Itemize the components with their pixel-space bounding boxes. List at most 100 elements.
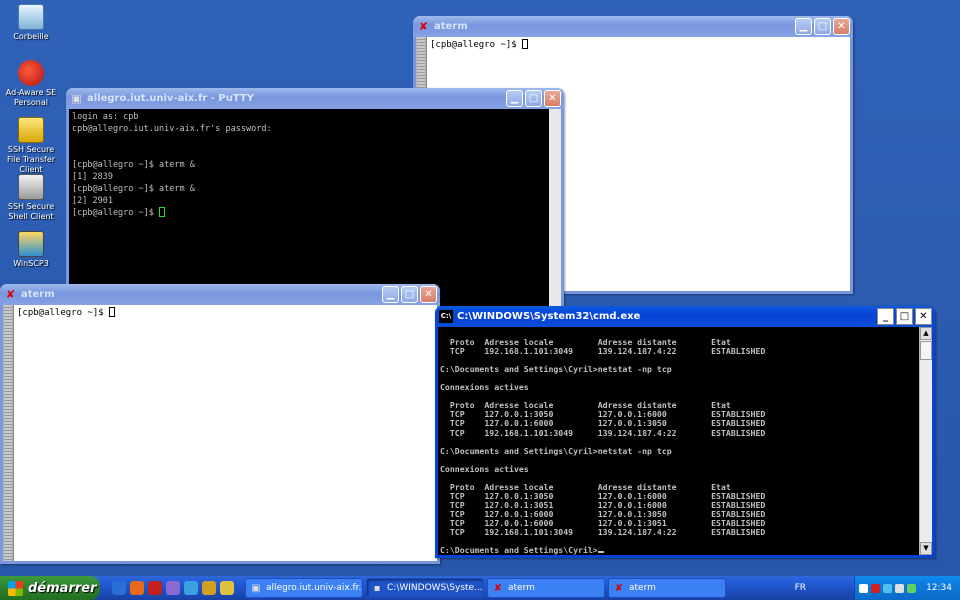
title-bar[interactable]: C:\ C:\WINDOWS\System32\cmd.exe _ □ ✕ (435, 306, 935, 327)
ad-aware-icon (18, 60, 44, 86)
app-icon[interactable] (166, 581, 180, 595)
scroll-down-button[interactable]: ▼ (920, 542, 932, 555)
minimize-button[interactable]: ▁ (795, 18, 812, 35)
cmd-window[interactable]: C:\ C:\WINDOWS\System32\cmd.exe _ □ ✕ Pr… (435, 306, 935, 558)
terminal-text: [cpb@allegro ~]$ (430, 39, 529, 50)
scrollbar-thumb[interactable] (4, 305, 12, 561)
recycle-bin-icon (18, 4, 44, 30)
title-bar[interactable]: ✘ aterm ▁ □ ✕ (413, 16, 853, 37)
putty-window[interactable]: ▣ allegro.iut.univ-aix.fr - PuTTY ▁ □ ✕ … (66, 88, 564, 312)
taskbar-button-putty[interactable]: ▣ allegro.iut.univ-aix.fr... (245, 578, 363, 598)
minimize-button[interactable]: ▁ (382, 286, 399, 303)
aterm-x-icon: ✘ (5, 288, 16, 301)
terminal-line: [1] 2839 (72, 172, 113, 182)
desktop: Corbeille Ad-Aware SE Personal SSH Secur… (0, 0, 960, 576)
scrollbar[interactable] (549, 109, 561, 309)
browser-icon[interactable] (184, 581, 198, 595)
title-bar[interactable]: ✘ aterm ▁ □ ✕ (0, 284, 440, 305)
scroll-up-button[interactable]: ▲ (920, 327, 932, 340)
console-text: Proto Adresse locale Adresse distante Et… (440, 329, 765, 555)
aterm-icon: ✘ (493, 582, 503, 594)
maximize-button[interactable]: □ (896, 308, 913, 325)
minimize-button[interactable]: ▁ (506, 90, 523, 107)
network-icon[interactable] (883, 583, 892, 593)
terminal-line: login as: cpb (72, 112, 139, 122)
volume-icon[interactable] (895, 583, 904, 593)
security-icon[interactable] (907, 583, 916, 593)
close-button[interactable]: ✕ (915, 308, 932, 325)
aterm-tray-icon[interactable] (871, 583, 880, 593)
prompt: [cpb@allegro ~]$ (17, 308, 110, 318)
terminal-text: [cpb@allegro ~]$ (17, 307, 116, 318)
taskbar-button-aterm-2[interactable]: ✘ aterm (608, 578, 726, 598)
system-tray: 12:34 (854, 576, 960, 600)
terminal-text: login as: cpb cpb@allegro.iut.univ-aix.fr… (72, 111, 272, 219)
console-line: TCP 192.168.1.101:3049 139.124.187.4:22 … (440, 427, 766, 438)
window-title: C:\WINDOWS\System32\cmd.exe (457, 311, 641, 322)
cursor (159, 207, 165, 217)
close-button[interactable]: ✕ (544, 90, 561, 107)
taskbar-button-cmd[interactable]: ▪ C:\WINDOWS\Syste... (366, 578, 484, 598)
cursor (522, 39, 529, 49)
winscp-icon (18, 231, 44, 257)
aterm-window-bottom[interactable]: ✘ aterm ▁ □ ✕ [cpb@allegro ~]$ (0, 284, 440, 564)
maximize-button[interactable]: □ (814, 18, 831, 35)
cursor (597, 551, 604, 554)
terminal-line: [2] 2901 (72, 196, 113, 206)
desktop-icon-ssh-file-transfer[interactable]: SSH Secure File Transfer Client (0, 117, 62, 175)
tray-expand-icon[interactable] (859, 583, 868, 593)
quick-launch (112, 581, 234, 595)
show-desktop-icon[interactable] (112, 581, 126, 595)
console-line: C:\Documents and Settings\Cyril>netstat … (440, 445, 672, 456)
window-title: allegro.iut.univ-aix.fr - PuTTY (87, 93, 254, 104)
firefox-icon[interactable] (130, 581, 144, 595)
putty-icon: ▣ (71, 92, 82, 105)
putty-icon[interactable] (202, 581, 216, 595)
maximize-button[interactable]: □ (525, 90, 542, 107)
cmd-icon: ▪ (373, 582, 381, 594)
terminal-area[interactable]: [cpb@allegro ~]$ (3, 305, 437, 561)
desktop-icon-label: SSH Secure Shell Client (7, 202, 55, 221)
scrollbar-thumb[interactable] (920, 341, 932, 360)
scrollbar[interactable]: ▲ ▼ (919, 327, 932, 555)
terminal-line: [cpb@allegro ~]$ (72, 207, 272, 219)
console-line: TCP 192.168.1.101:3049 139.124.187.4:22 … (440, 346, 766, 357)
start-button[interactable]: démarrer (0, 576, 100, 600)
close-button[interactable]: ✕ (833, 18, 850, 35)
taskbar-button-label: aterm (508, 583, 535, 593)
console-line: Connexions actives (440, 463, 529, 474)
winscp-icon[interactable] (220, 581, 234, 595)
prompt: [cpb@allegro ~]$ (72, 208, 159, 218)
terminal-line: [cpb@allegro ~]$ aterm & (72, 184, 195, 194)
aterm-icon[interactable] (148, 581, 162, 595)
desktop-icon-label: Corbeille (13, 32, 49, 41)
minimize-button[interactable]: _ (877, 308, 894, 325)
ssh-file-transfer-icon (18, 117, 44, 143)
putty-icon: ▣ (251, 582, 261, 594)
clock[interactable]: 12:34 (926, 583, 952, 593)
console-line: TCP 192.168.1.101:3049 139.124.187.4:22 … (440, 527, 766, 538)
desktop-icon-ssh-shell[interactable]: SSH Secure Shell Client (0, 174, 62, 222)
console-area[interactable]: Proto Adresse locale Adresse distante Et… (438, 327, 932, 555)
desktop-icon-label: Ad-Aware SE Personal (5, 88, 57, 107)
terminal-line: [cpb@allegro ~]$ aterm & (72, 160, 195, 170)
console-line: C:\Documents and Settings\Cyril>netstat … (440, 364, 672, 375)
cmd-icon: C:\ (439, 310, 453, 323)
desktop-icon-corbeille[interactable]: Corbeille (0, 4, 62, 42)
desktop-icon-winscp[interactable]: WinSCP3 (0, 231, 62, 269)
maximize-button[interactable]: □ (401, 286, 418, 303)
desktop-icon-ad-aware[interactable]: Ad-Aware SE Personal (0, 60, 62, 108)
window-title: aterm (434, 21, 468, 32)
language-indicator[interactable]: FR (795, 583, 806, 593)
terminal-area[interactable]: login as: cpb cpb@allegro.iut.univ-aix.fr… (69, 109, 561, 309)
taskbar: démarrer ▣ allegro.iut.univ-aix.fr... ▪ … (0, 576, 960, 600)
taskbar-button-label: C:\WINDOWS\Syste... (387, 583, 483, 593)
desktop-icon-label: SSH Secure File Transfer Client (6, 145, 56, 174)
scrollbar[interactable] (3, 305, 14, 561)
desktop-icon-label: WinSCP3 (13, 259, 49, 268)
aterm-x-icon: ✘ (418, 20, 429, 33)
terminal-line: cpb@allegro.iut.univ-aix.fr's password: (72, 124, 272, 134)
close-button[interactable]: ✕ (420, 286, 437, 303)
title-bar[interactable]: ▣ allegro.iut.univ-aix.fr - PuTTY ▁ □ ✕ (66, 88, 564, 109)
taskbar-button-aterm-1[interactable]: ✘ aterm (487, 578, 605, 598)
